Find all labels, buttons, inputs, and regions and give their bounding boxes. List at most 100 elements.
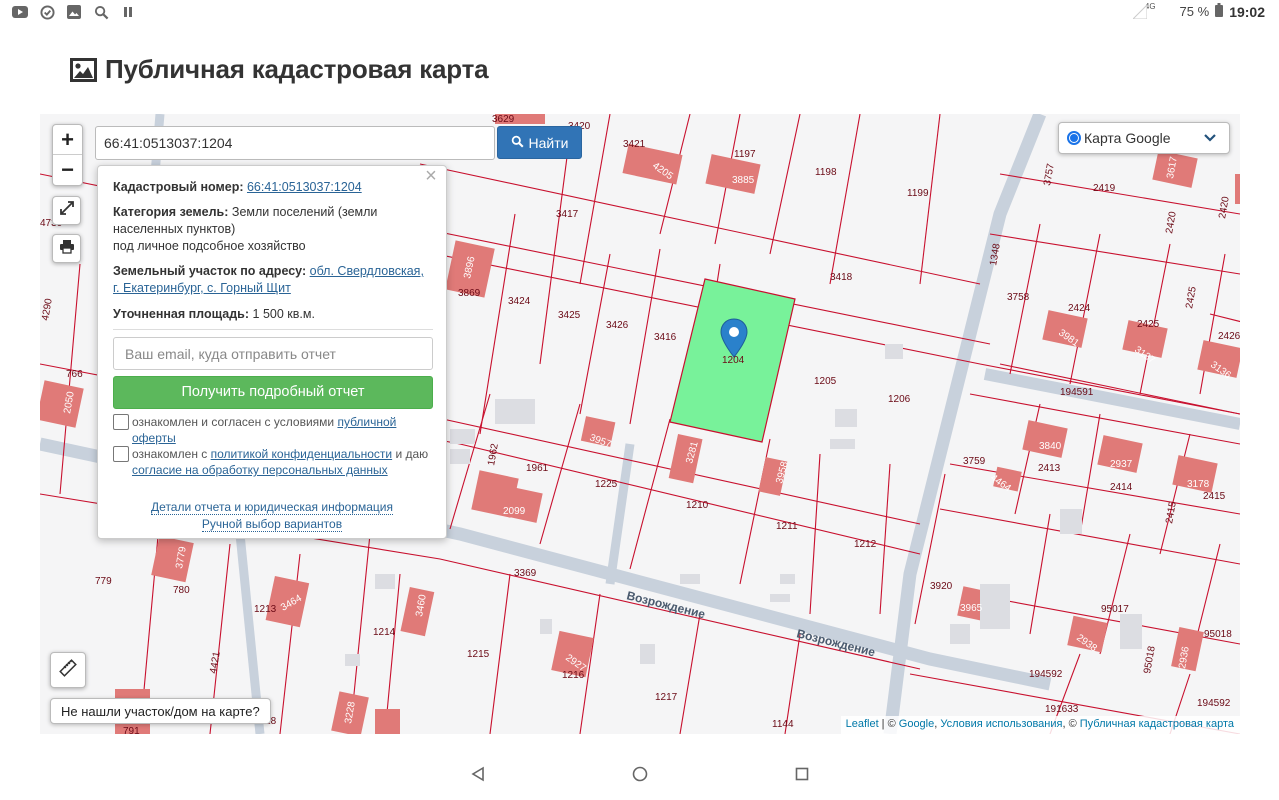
pause-icon xyxy=(120,4,136,20)
parcel-label: 1205 xyxy=(814,376,837,387)
find-button[interactable]: Найти xyxy=(497,126,582,159)
parcel-label: 95018 xyxy=(1142,645,1158,675)
cadastral-map[interactable]: 3629 3420 3421 4205 1197 3885 1198 1199 … xyxy=(40,114,1240,734)
area-value: 1 500 кв.м. xyxy=(252,307,315,321)
chevron-down-icon xyxy=(1203,130,1217,147)
parcel-label: 3965 xyxy=(960,603,983,614)
parcel-label: 3629 xyxy=(492,114,515,125)
parcel-info-popup: × Кадастровый номер: 66:41:0513037:1204 … xyxy=(97,165,447,539)
parcel-label: 194592 xyxy=(1197,698,1231,709)
battery-percent: 75 % xyxy=(1179,4,1210,19)
area-row: Уточненная площадь: 1 500 кв.м. xyxy=(113,306,433,323)
home-button[interactable] xyxy=(630,766,650,786)
parcel-label: 3426 xyxy=(606,320,629,331)
parcel-label: 3840 xyxy=(1039,441,1062,452)
attribution-separator: | © xyxy=(878,718,899,730)
offer-checkbox[interactable] xyxy=(113,414,129,430)
system-status: 4G 75 % 19:02 xyxy=(1131,2,1265,20)
parcel-label: 3424 xyxy=(508,296,531,307)
parcel-label: 2426 xyxy=(1218,331,1240,342)
parcel-label: 2099 xyxy=(503,506,526,517)
google-link[interactable]: Google xyxy=(899,718,934,730)
parcel-label: 2937 xyxy=(1110,459,1133,470)
parcel-label: 1961 xyxy=(526,463,549,474)
parcel-label: 1199 xyxy=(907,188,929,199)
parcel-label: 1215 xyxy=(467,649,490,660)
parcel-label: 2420 xyxy=(1164,210,1179,234)
back-triangle-icon xyxy=(470,766,486,787)
parcel-label: 191633 xyxy=(1045,704,1079,715)
parcel-label: 2414 xyxy=(1110,482,1133,493)
privacy-policy-link[interactable]: политикой конфиденциальности xyxy=(211,447,392,461)
parcel-label: 3416 xyxy=(654,332,677,343)
privacy-checkbox[interactable] xyxy=(113,446,129,462)
parcel-label: 1144 xyxy=(772,719,794,730)
parcel-label: 3417 xyxy=(556,209,579,220)
data-processing-consent-link[interactable]: согласие на обработку персональных данны… xyxy=(132,463,388,477)
pkk-link[interactable]: Публичная кадастровая карта xyxy=(1080,718,1234,730)
signal-icon xyxy=(1131,3,1148,22)
parcel-label: 2420 xyxy=(1217,195,1232,219)
parcel-label: 3369 xyxy=(514,568,537,579)
zoom-in-button[interactable]: + xyxy=(53,125,82,155)
report-details-link[interactable]: Детали отчета и юридическая информация xyxy=(151,500,393,515)
terms-link[interactable]: Условия использования xyxy=(940,718,1062,730)
get-report-button[interactable]: Получить подробный отчет xyxy=(113,376,433,409)
parcel-label: 1216 xyxy=(562,670,585,681)
find-button-label: Найти xyxy=(528,134,569,151)
map-layer-selector[interactable]: Карта Google xyxy=(1058,122,1230,154)
zoom-out-button[interactable]: − xyxy=(53,155,82,185)
layer-selector-label: Карта Google xyxy=(1084,130,1171,146)
ruler-button[interactable] xyxy=(50,652,86,688)
search-icon xyxy=(93,4,109,20)
parcel-label: 2425 xyxy=(1184,285,1199,309)
back-button[interactable] xyxy=(468,766,488,786)
print-button[interactable] xyxy=(52,234,81,263)
parcel-label: 2415 xyxy=(1203,491,1226,502)
parcel-label: 1962 xyxy=(486,442,501,466)
privacy-consent-text: ознакомлен с политикой конфиденциальност… xyxy=(132,446,437,478)
radio-selected-icon xyxy=(1067,131,1081,145)
cadastral-number-link[interactable]: 66:41:0513037:1204 xyxy=(247,180,362,194)
print-icon xyxy=(59,239,75,259)
parcel-label: 95017 xyxy=(1101,604,1129,615)
check-circle-icon xyxy=(39,4,55,20)
cadastral-number-row: Кадастровый номер: 66:41:0513037:1204 xyxy=(113,179,433,196)
parcel-label: 3418 xyxy=(830,272,853,283)
land-category-row: Категория земель: Земли поселений (земли… xyxy=(113,204,433,255)
zoom-control: + − xyxy=(52,124,83,186)
manual-selection-link[interactable]: Ручной выбор вариантов xyxy=(201,517,343,532)
ruler-icon xyxy=(59,658,77,682)
not-found-button[interactable]: Не нашли участок/дом на карте? xyxy=(50,698,271,724)
parcel-label: 3759 xyxy=(963,456,986,467)
parcel-label: 1206 xyxy=(888,394,911,405)
parcel-label: 3425 xyxy=(558,310,581,321)
search-icon xyxy=(511,135,524,151)
leaflet-link[interactable]: Leaflet xyxy=(846,718,879,730)
recents-square-icon xyxy=(795,767,809,786)
parcel-label: 3920 xyxy=(930,581,953,592)
parcel-label: 1197 xyxy=(734,149,756,160)
parcel-label: 766 xyxy=(66,369,83,380)
email-field[interactable] xyxy=(113,337,433,370)
parcel-label: 1211 xyxy=(776,521,798,532)
page-header: Публичная кадастровая карта xyxy=(70,54,489,85)
parcel-label: 1225 xyxy=(595,479,618,490)
divider xyxy=(113,329,433,330)
cadastral-search-input[interactable] xyxy=(95,126,495,160)
parcel-label: 779 xyxy=(95,576,112,587)
parcel-label: 95018 xyxy=(1204,629,1232,640)
image-icon xyxy=(66,4,82,20)
address-row: Земельный участок по адресу: обл. Свердл… xyxy=(113,263,433,297)
parcel-label: 791 xyxy=(123,726,140,734)
land-use-value: под личное подсобное хозяйство xyxy=(113,239,306,253)
cadastral-number-label: Кадастровый номер: xyxy=(113,180,244,194)
fullscreen-button[interactable] xyxy=(52,196,81,225)
attribution-separator: , © xyxy=(1062,718,1080,730)
parcel-label: 194591 xyxy=(1060,387,1094,398)
recents-button[interactable] xyxy=(792,766,812,786)
area-label: Уточненная площадь: xyxy=(113,307,250,321)
privacy-consent-label: ознакомлен с xyxy=(132,447,208,461)
offer-consent-label: ознакомлен и согласен с условиями xyxy=(132,415,335,429)
parcel-label: 1213 xyxy=(254,604,277,615)
